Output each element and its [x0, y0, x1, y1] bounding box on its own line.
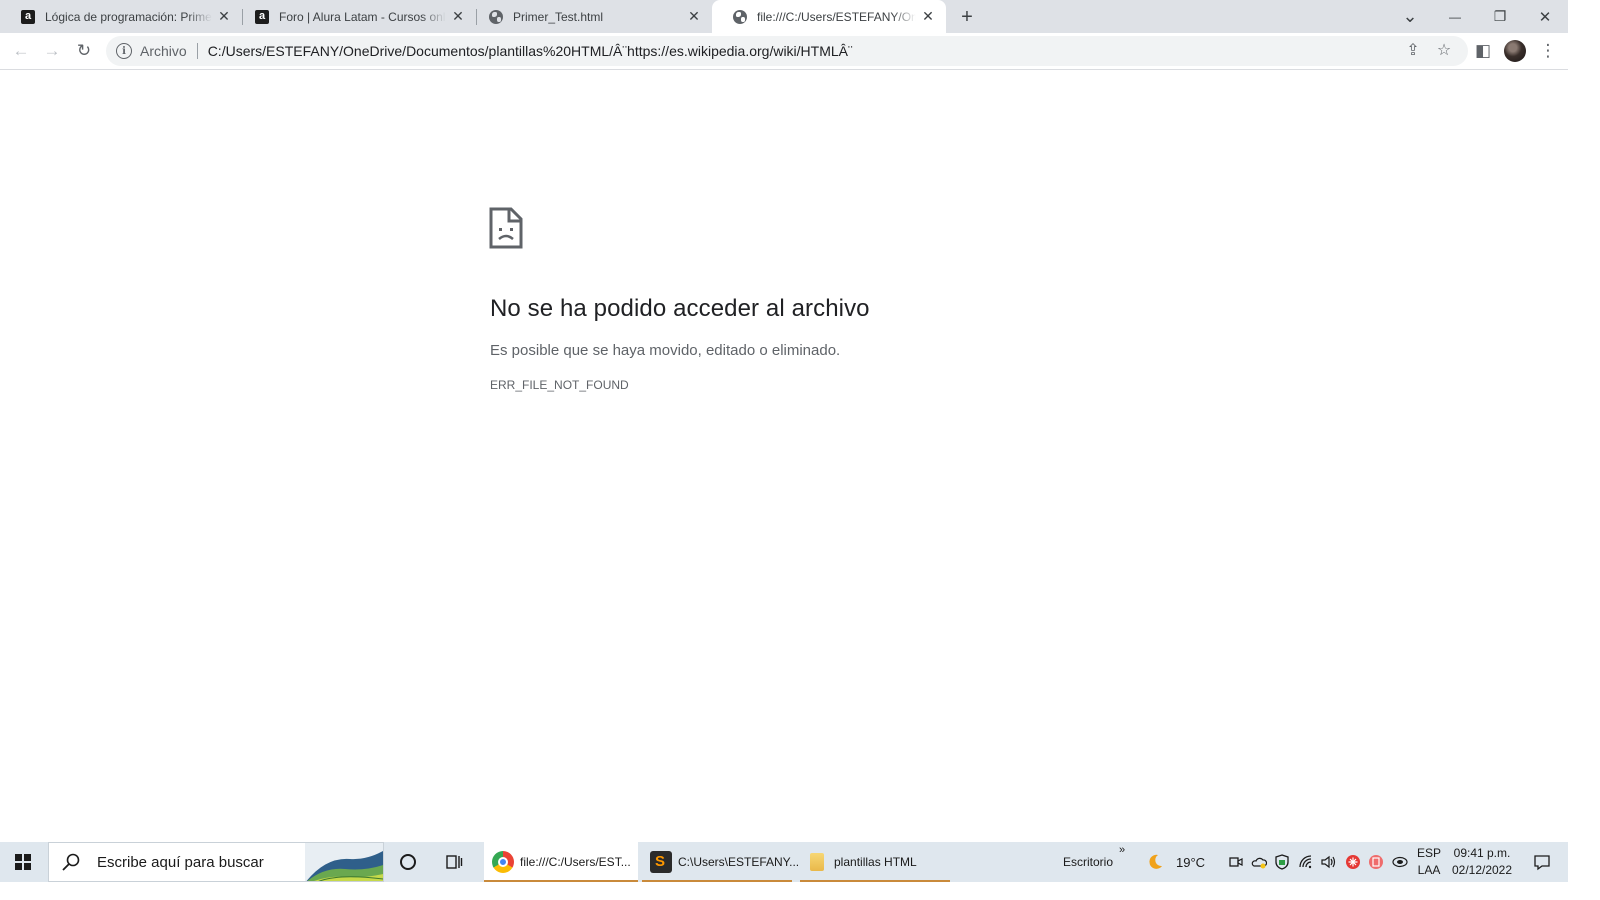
defender-shield-icon[interactable] [1273, 853, 1291, 871]
red-app-icon[interactable] [1344, 853, 1362, 871]
origin-chip[interactable]: Archivo [140, 43, 187, 59]
taskbar-search-box[interactable]: Escribe aquí para buscar [48, 842, 384, 882]
task-view-icon[interactable] [434, 842, 474, 882]
alura-icon: a [254, 9, 270, 25]
system-clock[interactable]: 09:41 p.m. 02/12/2022 [1446, 845, 1518, 879]
profile-avatar[interactable] [1504, 40, 1526, 62]
tab-primer-test[interactable]: Primer_Test.html ✕ [468, 0, 712, 33]
browser-toolbar: ← → ↻ i Archivo C:/Users/ESTEFANY/OneDri… [0, 33, 1568, 70]
tab-logica-programacion[interactable]: a Lógica de programación: Primeros pasos… [0, 0, 242, 33]
globe-icon [732, 9, 748, 25]
notification-center-icon[interactable] [1522, 842, 1562, 882]
site-info-icon[interactable]: i [116, 43, 132, 59]
tab-foro-alura[interactable]: a Foro | Alura Latam - Cursos online ✕ [234, 0, 476, 33]
reload-button[interactable]: ↻ [70, 37, 98, 65]
clock-time: 09:41 p.m. [1453, 846, 1511, 860]
clock-date: 02/12/2022 [1451, 863, 1513, 877]
error-code: ERR_FILE_NOT_FOUND [490, 378, 629, 392]
close-window-button[interactable]: ✕ [1522, 0, 1568, 33]
search-icon [62, 853, 80, 871]
chrome-menu-icon[interactable]: ⋮ [1534, 37, 1562, 65]
side-panel-icon[interactable]: ◧ [1469, 37, 1497, 65]
close-tab-icon[interactable]: ✕ [686, 8, 702, 25]
volume-icon[interactable] [1320, 853, 1338, 871]
tab-search-button[interactable]: ⌄ [1387, 0, 1433, 33]
forward-button[interactable]: → [38, 37, 66, 65]
pdf-app-icon[interactable] [1367, 853, 1385, 871]
close-tab-icon[interactable]: ✕ [216, 8, 232, 25]
taskbar-app-folder[interactable]: plantillas HTML [800, 842, 950, 882]
page-content: No se ha podido acceder al archivo Es po… [0, 71, 1568, 842]
running-indicator [642, 880, 792, 882]
tab-title: Lógica de programación: Primeros pasos [45, 9, 212, 24]
taskbar-app-label: C:\Users\ESTEFANY... [678, 855, 800, 869]
taskbar-app-chrome[interactable]: file:///C:/Users/EST... [484, 842, 638, 882]
close-tab-icon[interactable]: ✕ [450, 8, 466, 25]
start-button[interactable] [0, 842, 46, 882]
search-highlight-image [305, 843, 383, 881]
error-description: Es posible que se haya movido, editado o… [490, 342, 841, 359]
taskbar-app-sublime[interactable]: C:\Users\ESTEFANY... [642, 842, 799, 882]
alura-icon: a [20, 9, 36, 25]
tab-title: Primer_Test.html [513, 9, 604, 24]
search-placeholder: Escribe aquí para buscar [97, 853, 264, 871]
close-tab-icon[interactable]: ✕ [920, 8, 936, 25]
link-app-icon[interactable] [1391, 853, 1409, 871]
folder-icon [810, 853, 824, 871]
globe-icon [488, 9, 504, 25]
sublime-text-icon [650, 851, 672, 873]
address-bar[interactable]: i Archivo C:/Users/ESTEFANY/OneDrive/Doc… [106, 36, 1468, 66]
share-icon[interactable]: ⇪ [1402, 39, 1424, 61]
windows-logo-icon [15, 854, 31, 870]
restore-button[interactable]: ❐ [1477, 0, 1523, 33]
toolbar-overflow-icon[interactable]: » [1119, 830, 1125, 870]
back-button[interactable]: ← [7, 37, 35, 65]
moon-icon[interactable] [1146, 853, 1164, 871]
bookmark-star-icon[interactable]: ☆ [1433, 39, 1455, 61]
chrome-icon [492, 851, 514, 873]
running-indicator [800, 880, 950, 882]
desktop-toolbar-label[interactable]: Escritorio [1063, 842, 1113, 882]
url-text[interactable]: C:/Users/ESTEFANY/OneDrive/Documentos/pl… [208, 43, 853, 59]
cortana-icon[interactable] [388, 842, 428, 882]
sad-file-icon [489, 207, 523, 249]
meet-now-icon[interactable] [1227, 853, 1245, 871]
windows-taskbar: Escribe aquí para buscar file:///C:/User… [0, 842, 1568, 882]
minimize-button[interactable]: — [1432, 0, 1478, 33]
tab-title: Foro | Alura Latam - Cursos online [279, 9, 446, 24]
tab-strip: a Lógica de programación: Primeros pasos… [0, 0, 1568, 33]
active-indicator [484, 880, 638, 882]
input-language-indicator[interactable]: ESP LAA [1412, 845, 1446, 879]
chip-divider [196, 43, 198, 59]
error-title: No se ha podido acceder al archivo [490, 295, 870, 322]
new-tab-button[interactable]: + [956, 6, 978, 28]
tab-file-active[interactable]: file:///C:/Users/ESTEFANY/OneDrive ✕ [712, 0, 946, 33]
weather-temperature[interactable]: 19°C [1176, 842, 1205, 882]
onedrive-icon[interactable] [1250, 853, 1268, 871]
taskbar-app-label: plantillas HTML [834, 855, 917, 869]
wifi-icon[interactable] [1298, 853, 1316, 871]
taskbar-app-label: file:///C:/Users/EST... [520, 855, 631, 869]
tab-title: file:///C:/Users/ESTEFANY/OneDrive [757, 9, 916, 24]
